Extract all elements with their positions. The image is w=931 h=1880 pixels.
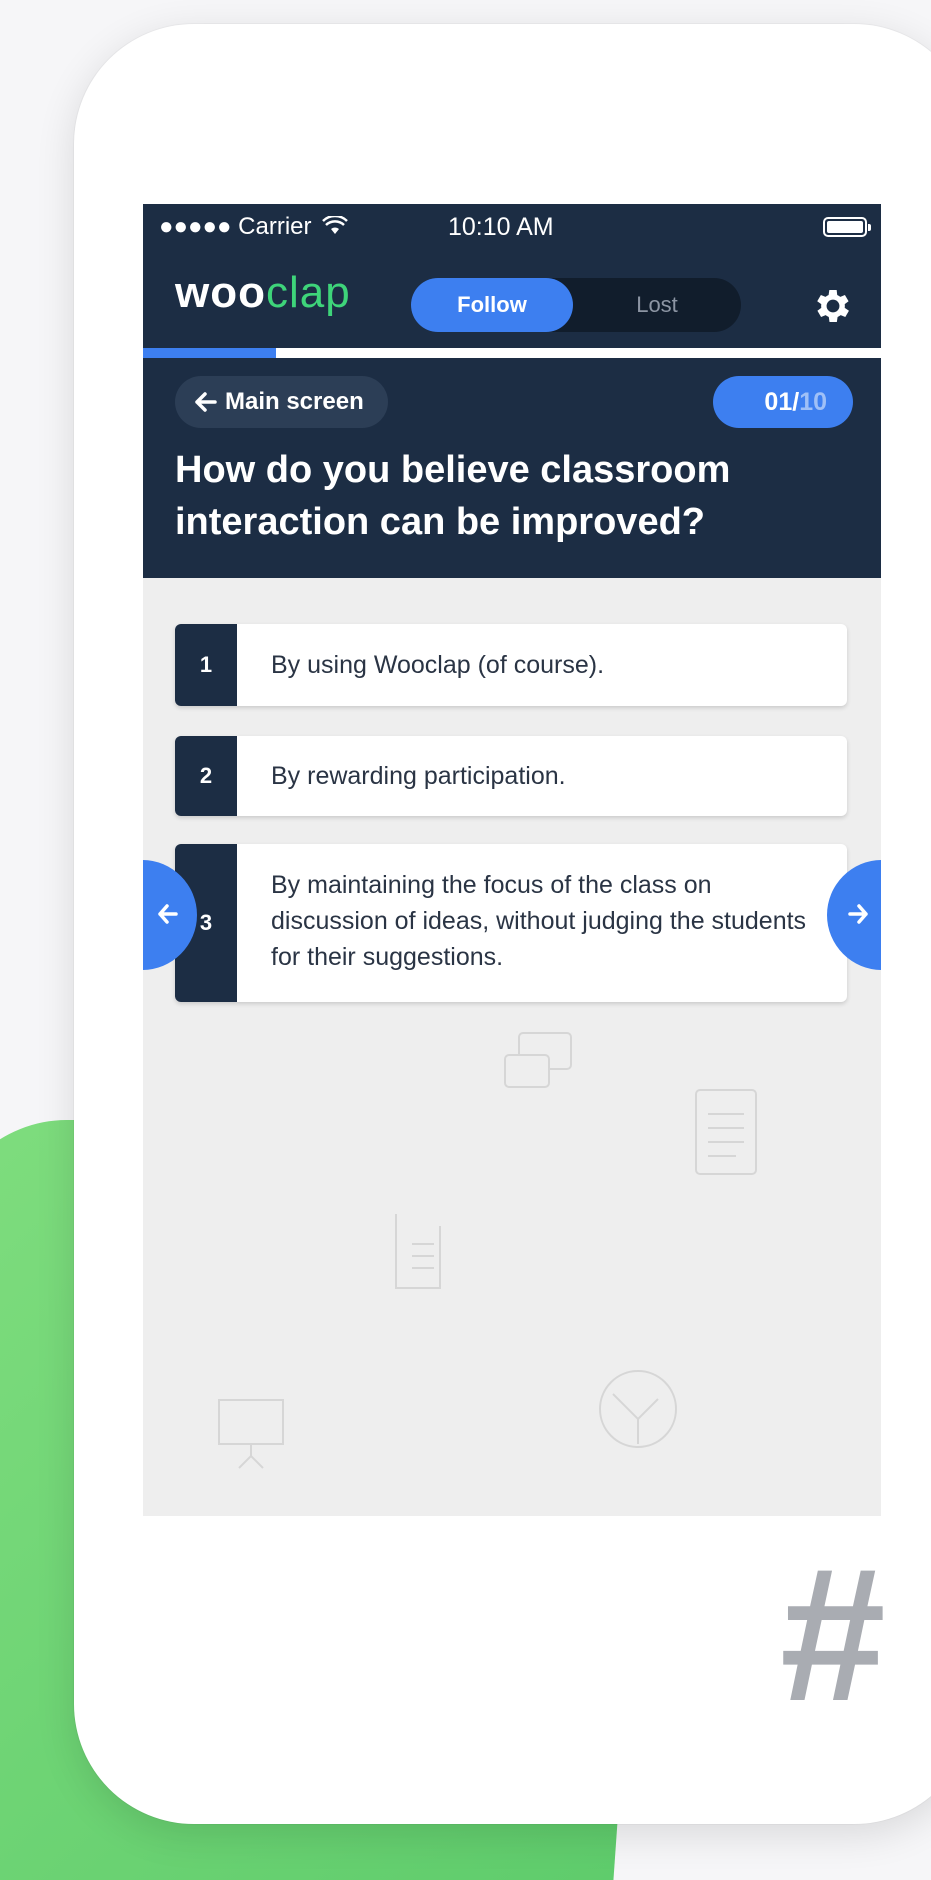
app-navbar: wooclap Follow Lost: [143, 248, 881, 348]
answer-text: By using Wooclap (of course).: [271, 651, 605, 679]
checklist-doodle-icon: [395, 1214, 441, 1289]
status-bar: ●●●●● Carrier 10:10 AM: [143, 204, 881, 248]
follow-lost-toggle[interactable]: Follow Lost: [411, 278, 741, 332]
status-time: 10:10 AM: [448, 213, 554, 241]
answer-number: 1: [175, 624, 237, 706]
question-counter-badge: 01/10: [713, 376, 853, 428]
follow-toggle-option[interactable]: Follow: [411, 278, 573, 332]
hash-decoration: #: [780, 1529, 886, 1741]
main-screen-label: Main screen: [225, 388, 364, 415]
wooclap-logo: wooclap: [175, 268, 351, 318]
question-text: How do you believe classroom interaction…: [175, 449, 731, 543]
gear-icon[interactable]: [811, 284, 855, 328]
carrier-text: ●●●●● Carrier: [159, 213, 312, 240]
arrow-right-icon: [848, 904, 868, 924]
answer-option-1[interactable]: 1 By using Wooclap (of course).: [175, 624, 847, 706]
progress-fill: [143, 348, 276, 358]
counter-current: 01/: [764, 388, 800, 416]
lost-toggle-option[interactable]: Lost: [573, 278, 741, 332]
answer-number: 2: [175, 736, 237, 816]
logo-bold-part: woo: [175, 268, 266, 317]
globe-doodle-icon: [599, 1370, 677, 1448]
answer-text: By rewarding participation.: [271, 762, 566, 790]
wifi-icon: [322, 214, 349, 234]
answer-option-3[interactable]: 3 By maintaining the focus of the class …: [175, 844, 847, 1002]
arrow-left-icon: [195, 392, 217, 412]
counter-total: 10: [799, 388, 827, 416]
arrow-left-icon: [158, 904, 178, 924]
logo-light-part: clap: [265, 268, 351, 317]
answer-text: By maintaining the focus of the class on…: [271, 871, 807, 971]
chat-bubbles-doodle-icon: [504, 1032, 572, 1088]
question-header: Main screen 01/10 How do you believe cla…: [143, 358, 881, 578]
carrier-label: ●●●●● Carrier: [159, 213, 349, 241]
main-screen-button[interactable]: Main screen: [175, 376, 388, 428]
presentation-doodle-icon: [218, 1399, 284, 1469]
clipboard-doodle-icon: [695, 1089, 757, 1175]
app-screen: ●●●●● Carrier 10:10 AM wooclap Follow Lo…: [143, 204, 881, 1516]
question-progress-bar: [143, 348, 881, 358]
answer-option-2[interactable]: 2 By rewarding participation.: [175, 736, 847, 816]
battery-icon: [823, 217, 871, 237]
